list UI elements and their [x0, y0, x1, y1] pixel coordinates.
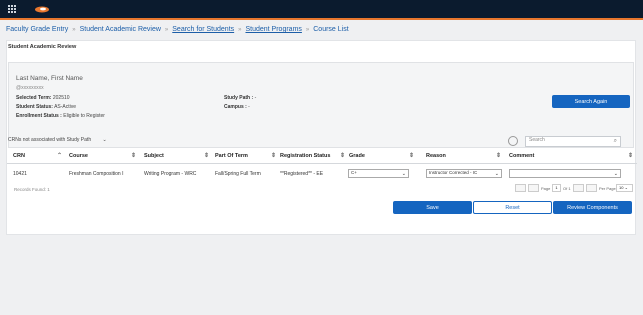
- cell-part-of-term: Fall/Spring Full Term: [215, 171, 261, 177]
- cell-subject: Writing Program - WRC: [144, 171, 197, 177]
- breadcrumb-student-programs[interactable]: Student Programs: [245, 26, 301, 33]
- breadcrumb-separator: »: [164, 27, 169, 33]
- sort-icon[interactable]: ⇕: [496, 152, 501, 159]
- cell-crn: 10421: [13, 171, 27, 177]
- breadcrumb-course-list: Course List: [313, 26, 349, 33]
- chevron-down-icon: ⌄: [624, 185, 628, 190]
- col-crn[interactable]: CRN: [13, 153, 25, 159]
- study-path-value: -: [254, 95, 257, 101]
- grid-apps-icon[interactable]: [8, 5, 16, 13]
- next-page-button[interactable]: [573, 184, 584, 192]
- col-subject[interactable]: Subject: [144, 153, 164, 159]
- page-number: 1: [555, 185, 558, 190]
- student-status-value: AS-Active: [54, 104, 77, 110]
- col-part-of-term[interactable]: Part Of Term: [215, 153, 248, 159]
- crn-filter-label: CRNs not associated with Study Path: [8, 137, 92, 143]
- col-grade[interactable]: Grade: [349, 153, 365, 159]
- campus-label: Campus :: [224, 104, 247, 110]
- per-page-label: Per Page: [599, 186, 616, 191]
- breadcrumb-separator: »: [305, 27, 310, 33]
- per-page-value: 10: [619, 185, 624, 190]
- grade-select[interactable]: C+ ⌄: [348, 169, 409, 178]
- chevron-down-icon: ⌄: [401, 171, 406, 177]
- sort-icon[interactable]: ⇕: [340, 152, 345, 159]
- enrollment-status: Enrollment Status : Eligible to Register: [16, 113, 105, 119]
- student-id: @xxxxxxxxx: [16, 85, 44, 91]
- col-comment[interactable]: Comment: [509, 153, 534, 159]
- breadcrumb: Faculty Grade Entry» Student Academic Rev…: [6, 26, 349, 33]
- chevron-down-icon: ⌄: [613, 171, 618, 177]
- sort-icon[interactable]: ⇕: [271, 152, 276, 159]
- reset-button[interactable]: Reset: [473, 201, 552, 214]
- breadcrumb-separator: »: [238, 27, 242, 33]
- page-of-label: Of 1: [563, 186, 571, 191]
- page-number-input[interactable]: 1: [552, 184, 561, 192]
- search-again-button[interactable]: Search Again: [552, 95, 630, 108]
- filter-toggle-icon[interactable]: [508, 136, 518, 146]
- top-bar: [0, 0, 643, 20]
- search-input[interactable]: Search ⌕: [525, 136, 621, 147]
- sort-asc-icon[interactable]: ⌃: [57, 152, 62, 159]
- search-placeholder: Search: [529, 137, 545, 143]
- selected-term-value: 202510: [52, 95, 70, 101]
- per-page-select[interactable]: 10 ⌄: [616, 184, 633, 192]
- campus-value: -: [248, 104, 250, 110]
- records-found: Records Found: 1: [14, 187, 50, 192]
- page-label: Page: [541, 186, 551, 191]
- page-title: Student Academic Review: [8, 44, 77, 50]
- student-name: Last Name, First Name: [16, 75, 83, 82]
- campus: Campus : -: [224, 104, 250, 110]
- sort-icon[interactable]: ⇕: [131, 152, 136, 159]
- col-course[interactable]: Course: [69, 153, 88, 159]
- sort-icon[interactable]: ⇕: [204, 152, 209, 159]
- chevron-down-icon: ⌄: [494, 171, 499, 177]
- grade-value: C+: [351, 170, 357, 175]
- last-page-button[interactable]: [586, 184, 597, 192]
- search-icon: ⌕: [613, 138, 617, 144]
- col-registration-status[interactable]: Registration Status: [280, 153, 330, 159]
- selected-term-label: Selected Term:: [16, 95, 52, 101]
- sort-icon[interactable]: ⇕: [409, 152, 414, 159]
- breadcrumb-student-academic-review[interactable]: Student Academic Review: [80, 26, 161, 33]
- enrollment-status-label: Enrollment Status :: [16, 113, 62, 119]
- review-components-button[interactable]: Review Components: [553, 201, 632, 214]
- orange-logo-icon: [35, 6, 49, 13]
- study-path: Study Path : -: [224, 95, 256, 101]
- table-header: CRN ⌃ Course ⇕ Subject ⇕ Part Of Term ⇕ Regi…: [7, 151, 637, 164]
- selected-term: Selected Term: 202510: [16, 95, 70, 101]
- breadcrumb-separator: »: [72, 27, 76, 33]
- student-status-label: Student Status:: [16, 104, 53, 110]
- sort-icon[interactable]: ⇕: [628, 152, 633, 159]
- crn-filter-select[interactable]: CRNs not associated with Study Path ⌄: [8, 137, 107, 143]
- chevron-down-icon: ⌄: [102, 137, 107, 143]
- breadcrumb-faculty-grade-entry[interactable]: Faculty Grade Entry: [6, 26, 68, 33]
- student-status: Student Status: AS-Active: [16, 104, 76, 110]
- first-page-button[interactable]: [515, 184, 526, 192]
- cell-registration-status: **Registered** - EE: [280, 171, 324, 177]
- prev-page-button[interactable]: [528, 184, 539, 192]
- breadcrumb-search-for-students[interactable]: Search for Students: [172, 26, 234, 33]
- cell-course: Freshman Composition I: [69, 171, 124, 177]
- col-reason[interactable]: Reason: [426, 153, 446, 159]
- reason-select[interactable]: Instructor Corrected - IC ⌄: [426, 169, 502, 178]
- save-button[interactable]: Save: [393, 201, 472, 214]
- study-path-label: Study Path :: [224, 95, 254, 101]
- comment-select[interactable]: ⌄: [509, 169, 621, 178]
- reason-value: Instructor Corrected - IC: [429, 170, 478, 175]
- enrollment-status-value: Eligible to Register: [63, 113, 105, 119]
- table-row: 10421 Freshman Composition I Writing Pro…: [7, 167, 637, 181]
